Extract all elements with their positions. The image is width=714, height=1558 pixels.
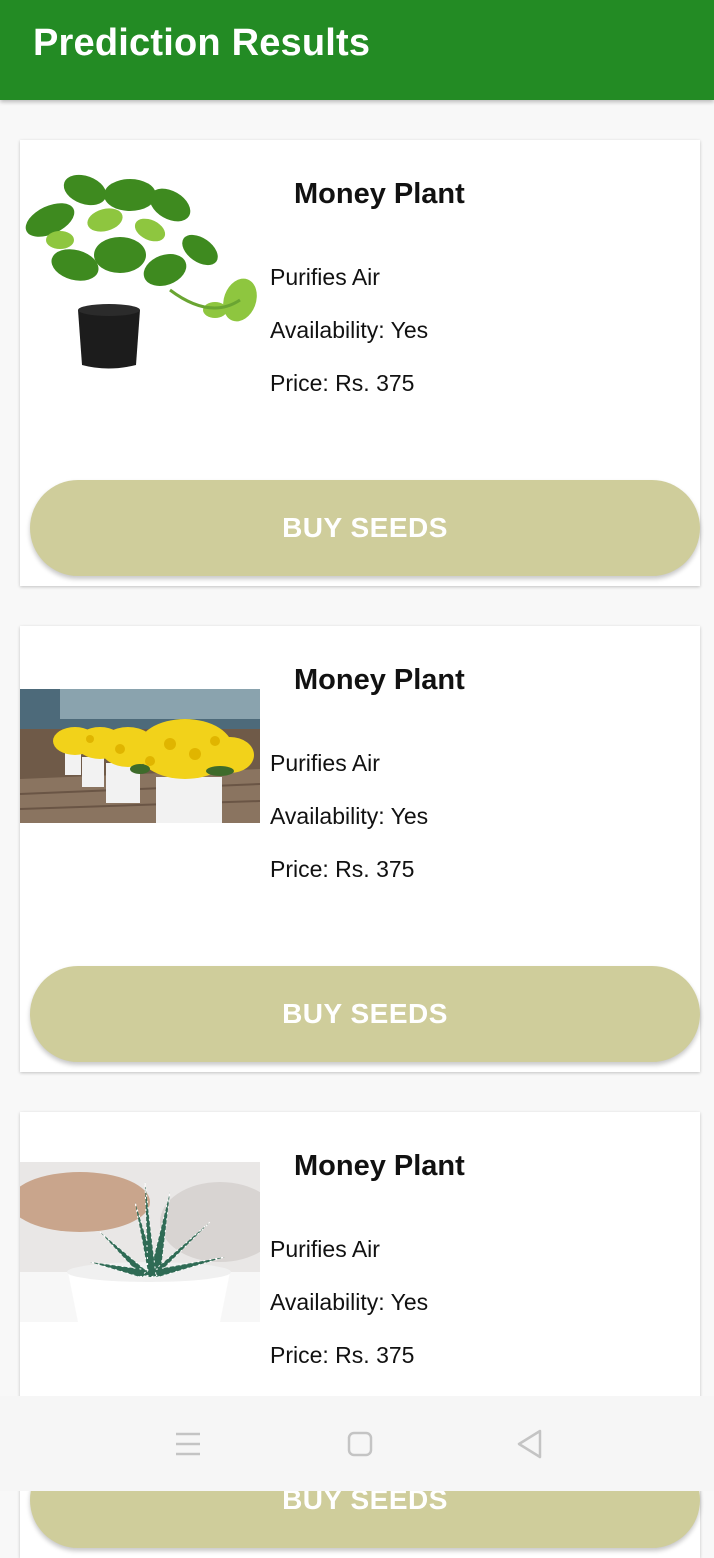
plant-benefit: Purifies Air [270, 264, 380, 290]
plant-price: Price: Rs. 375 [270, 1342, 415, 1368]
plant-card: Money Plant Purifies Air Availability: Y… [20, 626, 700, 1072]
plant-card: Money Plant Purifies Air Availability: Y… [20, 1112, 700, 1558]
plant-image [20, 689, 260, 823]
plant-availability: Availability: Yes [270, 317, 429, 343]
buy-seeds-button[interactable]: BUY SEEDS [30, 966, 700, 1062]
home-icon[interactable] [340, 1424, 380, 1464]
plant-price: Price: Rs. 375 [270, 856, 415, 882]
app-bar: Prediction Results [0, 0, 714, 100]
back-icon[interactable] [510, 1424, 550, 1464]
plant-image [20, 160, 260, 380]
system-nav-bar [0, 1396, 714, 1491]
plant-name: Money Plant [294, 664, 465, 696]
plant-card: Money Plant Purifies Air Availability: Y… [20, 140, 700, 586]
plant-image [20, 1162, 260, 1322]
plant-availability: Availability: Yes [270, 803, 429, 829]
plant-availability: Availability: Yes [270, 1289, 429, 1315]
buy-seeds-button[interactable]: BUY SEEDS [30, 480, 700, 576]
plant-benefit: Purifies Air [270, 750, 380, 776]
menu-icon[interactable] [168, 1424, 208, 1464]
plant-benefit: Purifies Air [270, 1236, 380, 1262]
plant-name: Money Plant [294, 1150, 465, 1182]
page-title: Prediction Results [33, 22, 371, 64]
plant-price: Price: Rs. 375 [270, 370, 415, 396]
plant-name: Money Plant [294, 178, 465, 210]
